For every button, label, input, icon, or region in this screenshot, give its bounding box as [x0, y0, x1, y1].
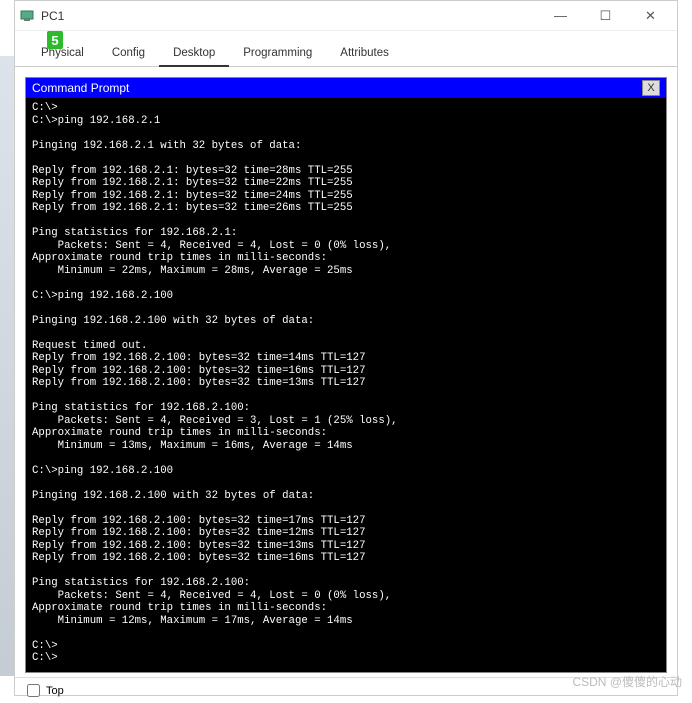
window-controls: — ☐ ✕	[538, 2, 673, 30]
titlebar[interactable]: PC1 — ☐ ✕	[15, 1, 677, 31]
tab-config[interactable]: Config	[98, 43, 159, 66]
command-prompt-title: Command Prompt	[32, 81, 129, 95]
app-icon	[19, 8, 35, 24]
app-window: PC1 — ☐ ✕ 5 Physical Config Desktop Prog…	[14, 0, 678, 696]
tab-attributes[interactable]: Attributes	[326, 43, 403, 66]
tab-programming[interactable]: Programming	[229, 43, 326, 66]
command-prompt-window: Command Prompt X C:\> C:\>ping 192.168.2…	[25, 77, 667, 673]
top-checkbox[interactable]	[27, 684, 40, 697]
close-button[interactable]: ✕	[628, 2, 673, 30]
panel-area: Command Prompt X C:\> C:\>ping 192.168.2…	[15, 67, 677, 677]
watermark: CSDN @傻傻的心动	[572, 673, 682, 690]
maximize-button[interactable]: ☐	[583, 2, 628, 30]
terminal-output[interactable]: C:\> C:\>ping 192.168.2.1 Pinging 192.16…	[26, 98, 666, 672]
tab-desktop[interactable]: Desktop	[159, 43, 229, 67]
command-prompt-titlebar[interactable]: Command Prompt X	[26, 78, 666, 98]
overlay-badge: 5	[47, 31, 63, 49]
left-decor-strip	[0, 56, 14, 676]
top-checkbox-label: Top	[46, 685, 64, 697]
window-title: PC1	[41, 9, 538, 23]
minimize-button[interactable]: —	[538, 2, 583, 30]
tab-bar: Physical Config Desktop Programming Attr…	[15, 31, 677, 67]
command-prompt-close-button[interactable]: X	[642, 80, 660, 96]
